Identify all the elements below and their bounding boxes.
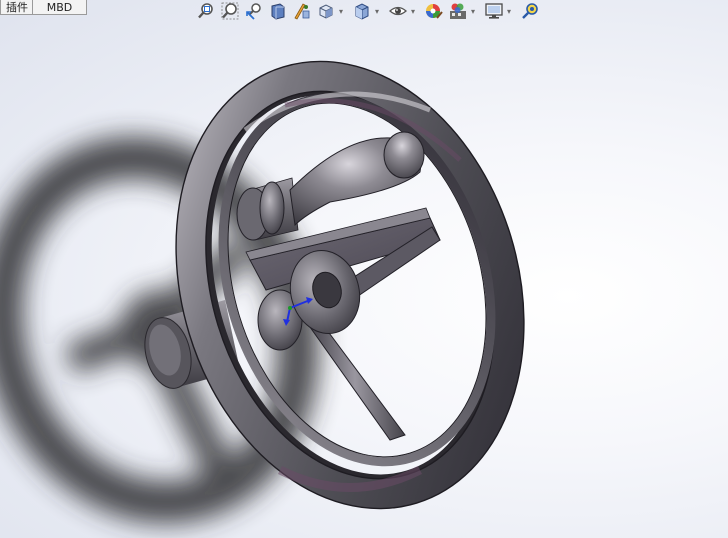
view-settings-dropdown-icon[interactable]: ▾ (504, 1, 514, 21)
edit-appearance-icon[interactable] (424, 1, 444, 21)
section-view-icon[interactable] (268, 1, 288, 21)
tab-mbd[interactable]: MBD (33, 0, 87, 15)
tab-addins[interactable]: 插件 (0, 0, 33, 15)
view-orientation-icon[interactable] (316, 1, 336, 21)
view-orientation-dropdown-icon[interactable]: ▾ (336, 1, 346, 21)
display-pane-icon[interactable] (520, 1, 540, 21)
display-style-dropdown-icon[interactable]: ▾ (372, 1, 382, 21)
model-view[interactable] (0, 0, 728, 538)
display-style-icon[interactable] (352, 1, 372, 21)
hide-show-dropdown-icon[interactable]: ▾ (408, 1, 418, 21)
view-settings-icon[interactable] (484, 1, 504, 21)
graphics-area[interactable]: 插件 MBD ▾ ▾ ▾ ▾ ▾ (0, 0, 728, 538)
heads-up-view-toolbar: ▾ ▾ ▾ ▾ ▾ (196, 0, 544, 22)
command-manager-tabs: 插件 MBD (0, 0, 87, 16)
apply-scene-dropdown-icon[interactable]: ▾ (468, 1, 478, 21)
dynamic-annotation-views-icon[interactable] (292, 1, 312, 21)
apply-scene-icon[interactable] (448, 1, 468, 21)
previous-view-icon[interactable] (244, 1, 264, 21)
zoom-to-fit-icon[interactable] (196, 1, 216, 21)
hide-show-items-icon[interactable] (388, 1, 408, 21)
zoom-to-area-icon[interactable] (220, 1, 240, 21)
